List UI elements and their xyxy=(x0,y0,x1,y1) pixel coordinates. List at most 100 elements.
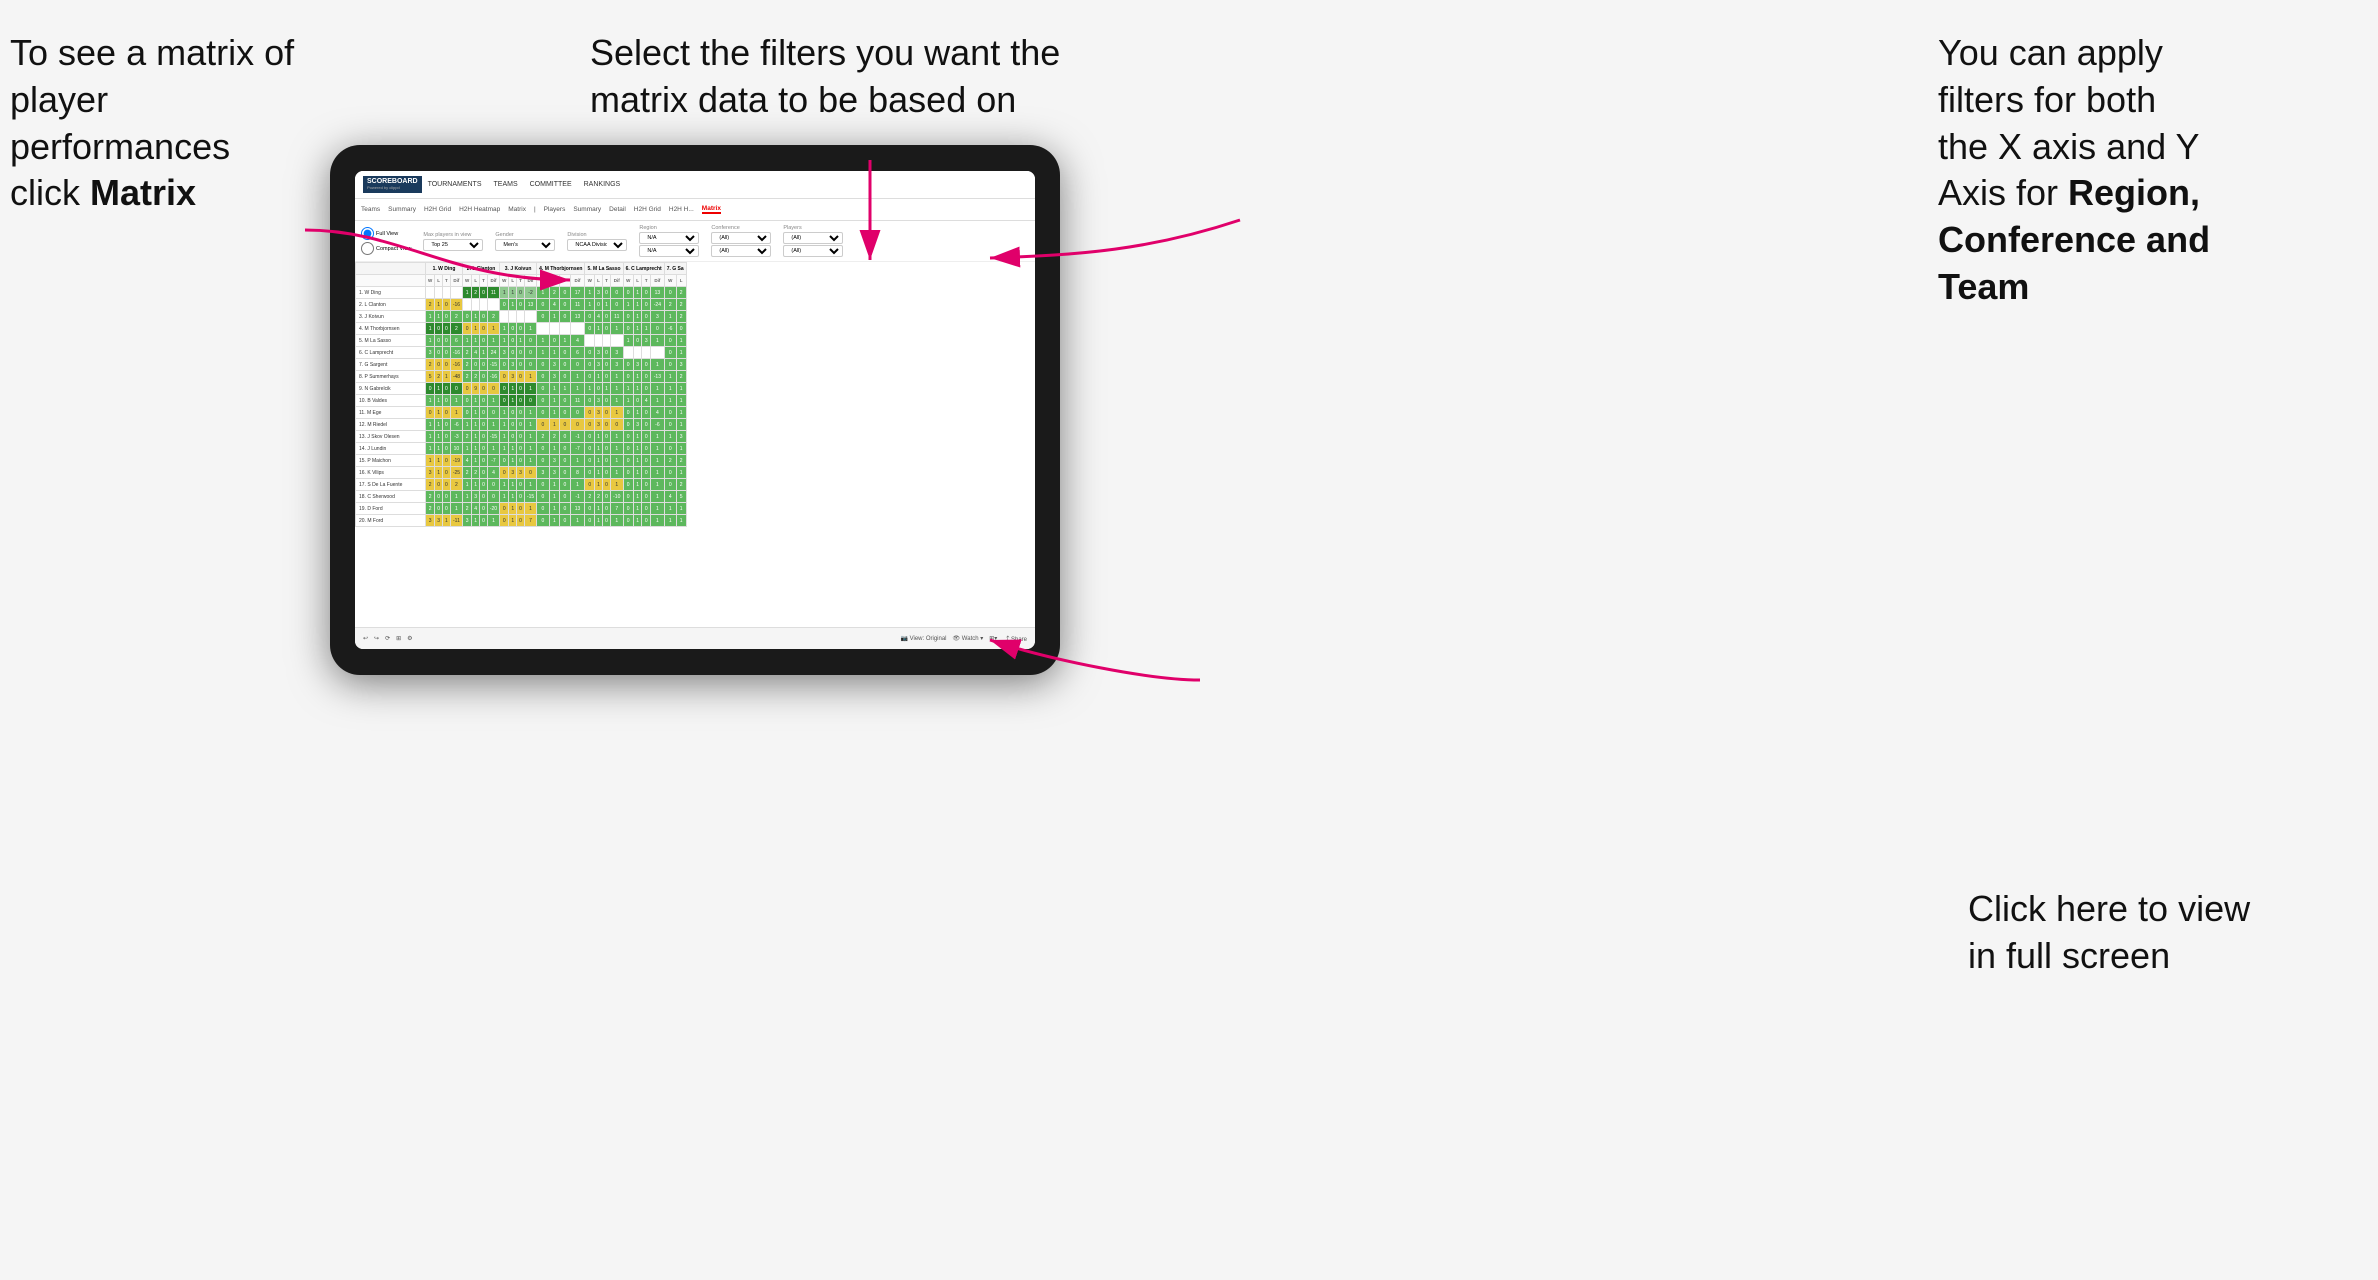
annotation-bottomright: Click here to view in full screen xyxy=(1968,886,2318,980)
players-label: Players xyxy=(783,225,843,231)
sub-dif4: Dif xyxy=(570,275,585,287)
subnav-h2h-grid2[interactable]: H2H Grid xyxy=(634,206,661,213)
col-lclanton: 2. L Clanton xyxy=(463,263,500,275)
sub-nav: Teams Summary H2H Grid H2H Heatmap Matri… xyxy=(355,199,1035,221)
nav-teams[interactable]: TEAMS xyxy=(494,181,518,188)
annotation-topleft: To see a matrix of player performances c… xyxy=(10,30,330,217)
nav-tournaments[interactable]: TOURNAMENTS xyxy=(428,181,482,188)
app-header: SCOREBOARD Powered by clippd TOURNAMENTS… xyxy=(355,171,1035,199)
subnav-players[interactable]: Players xyxy=(544,206,566,213)
annotation-topmid-text: Select the filters you want the matrix d… xyxy=(590,32,1060,120)
filters-bar: Full View Compact View Max players in vi… xyxy=(355,221,1035,262)
table-row: 20. M Ford 331-11 3101 0107 0101 0101 01… xyxy=(356,515,687,527)
sub-w4: W xyxy=(537,275,549,287)
conference-group: Conference (All) (All) xyxy=(711,225,771,257)
table-row: 2. L Clanton 210-16 01013 04011 1010 110… xyxy=(356,299,687,311)
subnav-detail[interactable]: Detail xyxy=(609,206,626,213)
max-players-group: Max players in view Top 25 xyxy=(423,232,483,251)
subnav-h2h-grid[interactable]: H2H Grid xyxy=(424,206,451,213)
full-view-radio[interactable] xyxy=(361,227,374,240)
compact-view-radio[interactable] xyxy=(361,242,374,255)
region-label: Region xyxy=(639,225,699,231)
subnav-teams[interactable]: Teams xyxy=(361,206,380,213)
subnav-separator: | xyxy=(534,206,536,213)
sub-w7: W xyxy=(664,275,676,287)
region-select2[interactable]: N/A xyxy=(639,245,699,257)
gender-select[interactable]: Men's xyxy=(495,239,555,251)
table-row: 5. M La Sasso 1006 1101 1010 1014 1031 0… xyxy=(356,335,687,347)
toolbar-settings[interactable]: ⚙ xyxy=(407,635,412,642)
col-gsa: 7. G Sa xyxy=(664,263,686,275)
sub-dif5: Dif xyxy=(610,275,623,287)
app-logo: SCOREBOARD Powered by clippd xyxy=(363,176,422,193)
subnav-matrix-active[interactable]: Matrix xyxy=(702,205,721,214)
sub-w5: W xyxy=(585,275,595,287)
sub-dif6: Dif xyxy=(651,275,665,287)
sub-l1: L xyxy=(435,275,443,287)
toolbar-redo[interactable]: ↪ xyxy=(374,635,379,642)
tablet-screen: SCOREBOARD Powered by clippd TOURNAMENTS… xyxy=(355,171,1035,649)
subnav-matrix[interactable]: Matrix xyxy=(508,206,526,213)
view-options: Full View Compact View xyxy=(361,227,411,255)
toolbar-share[interactable]: ⤴ Share xyxy=(1003,634,1027,643)
region-select1[interactable]: N/A xyxy=(639,232,699,244)
nav-committee[interactable]: COMMITTEE xyxy=(530,181,572,188)
conference-select2[interactable]: (All) xyxy=(711,245,771,257)
table-row: 15. P Maichon 110-19 410-7 0101 0301 010… xyxy=(356,455,687,467)
sub-t3: T xyxy=(517,275,525,287)
tablet-device: SCOREBOARD Powered by clippd TOURNAMENTS… xyxy=(330,145,1060,675)
toolbar-view[interactable]: 📷 View: Original xyxy=(900,635,946,642)
annotation-topleft-text: To see a matrix of player performances c… xyxy=(10,32,294,213)
table-row: 10. B Valdes 1101 0101 0100 01011 0301 1… xyxy=(356,395,687,407)
toolbar-refresh[interactable]: ⟳ xyxy=(385,635,390,642)
full-view-label[interactable]: Full View xyxy=(361,227,411,240)
annotation-bottomright-text: Click here to view in full screen xyxy=(1968,888,2250,976)
matrix-container[interactable]: 1. W Ding 2. L Clanton 3. J Koivun 4. M … xyxy=(355,262,1035,630)
col-jkoivun: 3. J Koivun xyxy=(500,263,537,275)
max-players-select[interactable]: Top 25 xyxy=(423,239,483,251)
table-row: 18. C Sherwood 2001 1300 110-15 010-1 22… xyxy=(356,491,687,503)
region-group: Region N/A N/A xyxy=(639,225,699,257)
table-row: 1. W Ding 12011 110-2 12017 1300 01013 0… xyxy=(356,287,687,299)
nav-rankings[interactable]: RANKINGS xyxy=(584,181,621,188)
sub-w6: W xyxy=(623,275,633,287)
annotation-region-bold: Region, xyxy=(2068,172,2200,213)
sub-w3: W xyxy=(500,275,509,287)
table-row: 19. D Ford 2001 240-20 0101 01013 0107 0… xyxy=(356,503,687,515)
gender-group: Gender Men's xyxy=(495,232,555,251)
sub-t2: T xyxy=(480,275,488,287)
division-select[interactable]: NCAA Division I xyxy=(567,239,627,251)
players-group: Players (All) (All) xyxy=(783,225,843,257)
sub-l6: L xyxy=(633,275,642,287)
annotation-conference-bold: Conference and xyxy=(1938,219,2210,260)
sub-t6: T xyxy=(642,275,651,287)
subnav-summary2[interactable]: Summary xyxy=(573,206,601,213)
logo-powered: Powered by clippd xyxy=(367,186,418,191)
table-row: 11. M Ege 0101 0100 1001 0100 0301 0104 … xyxy=(356,407,687,419)
toolbar-zoom[interactable]: ⊞ xyxy=(396,635,401,642)
col-clamprecht: 6. C Lamprecht xyxy=(623,263,664,275)
annotation-topright-text: You can apply filters for both the X axi… xyxy=(1938,32,2210,307)
table-row: 17. S De La Fuente 2002 1100 1101 0101 0… xyxy=(356,479,687,491)
toolbar-watch[interactable]: 👁 Watch ▾ xyxy=(953,635,984,642)
players-select1[interactable]: (All) xyxy=(783,232,843,244)
conference-select1[interactable]: (All) xyxy=(711,232,771,244)
toolbar-grid[interactable]: ⊞▾ xyxy=(989,635,997,642)
sub-l5: L xyxy=(594,275,602,287)
subnav-h2h-heatmap[interactable]: H2H Heatmap xyxy=(459,206,500,213)
subnav-h2h-h[interactable]: H2H H... xyxy=(669,206,694,213)
matrix-table: 1. W Ding 2. L Clanton 3. J Koivun 4. M … xyxy=(355,262,687,527)
compact-view-label[interactable]: Compact View xyxy=(361,242,411,255)
players-select2[interactable]: (All) xyxy=(783,245,843,257)
sub-t5: T xyxy=(602,275,610,287)
subnav-summary[interactable]: Summary xyxy=(388,206,416,213)
sub-dif3: Dif xyxy=(524,275,536,287)
table-row: 4. M Thorbjornsen 1002 0101 1001 0101 01… xyxy=(356,323,687,335)
table-row: 3. J Koivun 1102 0102 01013 04011 0103 1… xyxy=(356,311,687,323)
table-row: 13. J Skov Olesen 110-3 210-15 1001 220-… xyxy=(356,431,687,443)
table-row: 12. M Riedel 110-6 1101 1001 0100 0300 0… xyxy=(356,419,687,431)
max-players-label: Max players in view xyxy=(423,232,483,238)
toolbar-undo[interactable]: ↩ xyxy=(363,635,368,642)
division-group: Division NCAA Division I xyxy=(567,232,627,251)
sub-w2: W xyxy=(463,275,472,287)
